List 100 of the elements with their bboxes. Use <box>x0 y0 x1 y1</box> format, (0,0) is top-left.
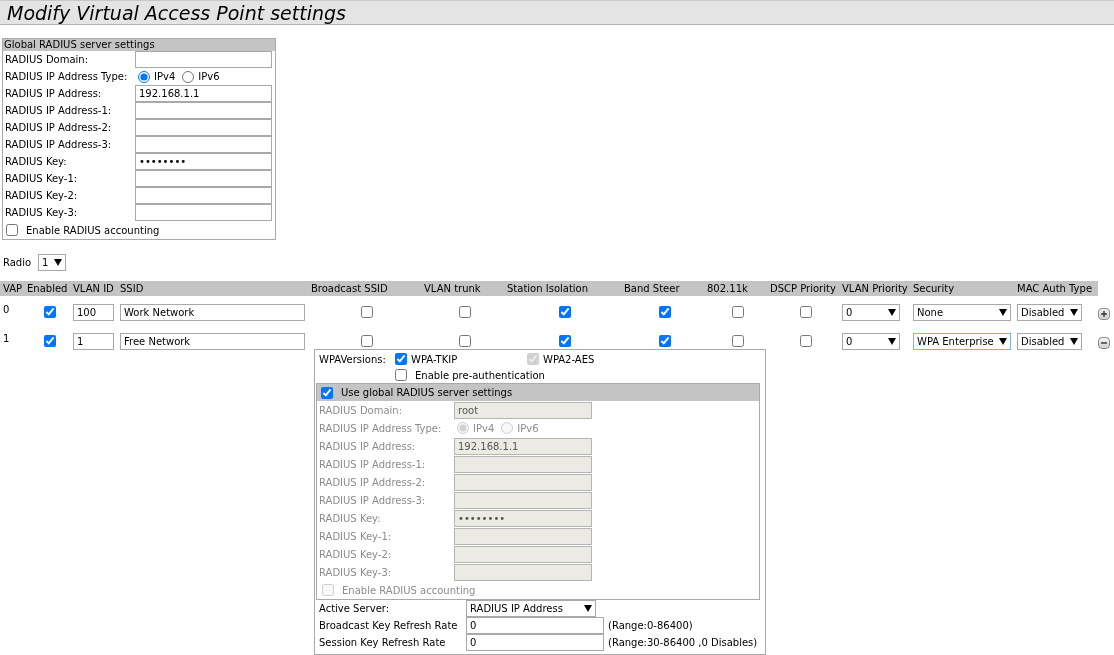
field-label: Radio <box>3 257 32 268</box>
checkbox[interactable] <box>659 306 671 318</box>
field-label: Session Key Refresh Rate <box>319 637 447 648</box>
field-label: RADIUS IP Address Type: <box>318 422 443 434</box>
field-label: RADIUS Domain: <box>318 404 404 416</box>
field-label: WPAVersions: <box>319 353 387 365</box>
column-header: VLAN ID <box>73 283 115 294</box>
field-label: RADIUS IP Address Type: <box>4 71 129 82</box>
checkbox[interactable] <box>799 306 812 318</box>
checkbox[interactable] <box>43 306 56 318</box>
field-label: RADIUS Key-3: <box>318 566 393 578</box>
checkbox[interactable] <box>361 335 373 347</box>
field-label: RADIUS Domain: <box>4 54 90 65</box>
field-label: RADIUS IP Address: <box>4 88 103 99</box>
input-field[interactable] <box>135 102 272 119</box>
range-hint: (Range:30-86400 ,0 Disables) <box>608 637 755 648</box>
caret-icon <box>999 338 1007 345</box>
radio-label: IPv4 <box>154 71 176 82</box>
caret-icon <box>584 605 592 612</box>
caret-icon <box>888 338 896 345</box>
dropdown[interactable]: RADIUS IP Address <box>466 600 596 617</box>
column-header: VAP <box>3 283 24 294</box>
dropdown[interactable]: Disabled <box>1017 333 1082 350</box>
checkbox[interactable] <box>459 335 471 347</box>
field-label: Active Server: <box>319 603 391 614</box>
plus-icon <box>1100 310 1108 318</box>
section-header: Global RADIUS server settings <box>3 39 275 51</box>
field-label: RADIUS Key-2: <box>4 190 79 201</box>
column-header: VLAN Priority <box>842 283 909 294</box>
input-field[interactable] <box>135 119 272 136</box>
table-cell-text: 1 <box>3 333 11 344</box>
checkbox-label: Enable RADIUS accounting <box>26 224 160 236</box>
caret-icon <box>1070 309 1078 316</box>
checkbox[interactable] <box>459 306 471 318</box>
field-label: RADIUS Key: <box>318 512 382 524</box>
checkbox[interactable] <box>732 335 744 347</box>
checkbox[interactable] <box>321 386 333 399</box>
checkbox-label: Enable pre-authentication <box>415 369 545 381</box>
input-field[interactable]: 192.168.1.1 <box>135 85 272 102</box>
field-label: RADIUS Key-2: <box>318 548 393 560</box>
radio-button[interactable] <box>138 70 150 83</box>
range-hint: (Range:0-86400) <box>608 620 694 631</box>
caret-icon <box>888 309 896 316</box>
dropdown[interactable]: Disabled <box>1017 304 1082 321</box>
radio-label: IPv4 <box>473 422 495 434</box>
checkbox-label: WPA2-AES <box>543 353 595 365</box>
field-label: RADIUS IP Address-3: <box>4 139 113 150</box>
input-field[interactable]: 0 <box>466 634 604 651</box>
checkbox[interactable] <box>6 224 18 236</box>
input-field[interactable] <box>135 187 272 204</box>
checkbox-label: WPA-TKIP <box>411 353 459 365</box>
dropdown[interactable]: 1 <box>38 254 67 271</box>
caret-icon <box>1070 338 1078 345</box>
column-header: Enabled <box>27 283 69 294</box>
checkbox[interactable] <box>799 335 812 347</box>
radio-button[interactable] <box>182 70 195 83</box>
column-header: Band Steer <box>624 283 681 294</box>
field-label: RADIUS IP Address-1: <box>4 105 113 116</box>
column-header: SSID <box>120 283 145 294</box>
input-field[interactable] <box>135 170 272 187</box>
checkbox[interactable] <box>732 306 744 318</box>
checkbox-label: Use global RADIUS server settings <box>341 386 513 399</box>
caret-icon <box>54 259 63 266</box>
column-header: Broadcast SSID <box>311 283 389 294</box>
dropdown[interactable]: 0 <box>842 333 900 350</box>
input-field[interactable]: Work Network <box>120 304 305 321</box>
input-field[interactable] <box>135 136 272 153</box>
checkbox[interactable] <box>395 353 407 365</box>
field-label: RADIUS IP Address-2: <box>4 122 113 133</box>
field-label: RADIUS IP Address-1: <box>318 458 427 470</box>
collapse-button[interactable] <box>1098 337 1110 349</box>
caret-icon <box>999 309 1007 316</box>
input-field[interactable]: 100 <box>73 304 114 321</box>
input-field[interactable]: •••••••• <box>135 153 272 170</box>
checkbox[interactable] <box>559 306 571 318</box>
checkbox[interactable] <box>659 335 671 347</box>
radio-label: IPv6 <box>198 71 220 82</box>
checkbox[interactable] <box>559 335 571 347</box>
field-label: RADIUS Key: <box>4 156 68 167</box>
checkbox[interactable] <box>361 306 373 318</box>
dropdown[interactable]: None <box>913 304 1011 321</box>
input-field[interactable]: 1 <box>73 333 114 350</box>
column-header: DSCP Priority <box>770 283 837 294</box>
dropdown[interactable]: WPA Enterprise <box>913 333 1011 350</box>
column-header: VLAN trunk <box>424 283 482 294</box>
expand-button[interactable] <box>1098 308 1110 320</box>
field-label: RADIUS Key-3: <box>4 207 79 218</box>
radio-label: IPv6 <box>517 422 539 434</box>
field-label: RADIUS IP Address-3: <box>318 494 427 506</box>
input-field[interactable]: Free Network <box>120 333 305 350</box>
checkbox[interactable] <box>43 335 56 347</box>
field-label: RADIUS IP Address: <box>318 440 417 452</box>
input-field[interactable]: 0 <box>466 617 604 634</box>
page-title: Modify Virtual Access Point settings <box>7 2 347 24</box>
column-header: MAC Auth Type <box>1017 283 1094 294</box>
input-field[interactable] <box>135 204 272 221</box>
checkbox[interactable] <box>395 369 407 381</box>
dropdown[interactable]: 0 <box>842 304 900 321</box>
column-header: Station Isolation <box>507 283 590 294</box>
input-field[interactable] <box>135 51 272 68</box>
